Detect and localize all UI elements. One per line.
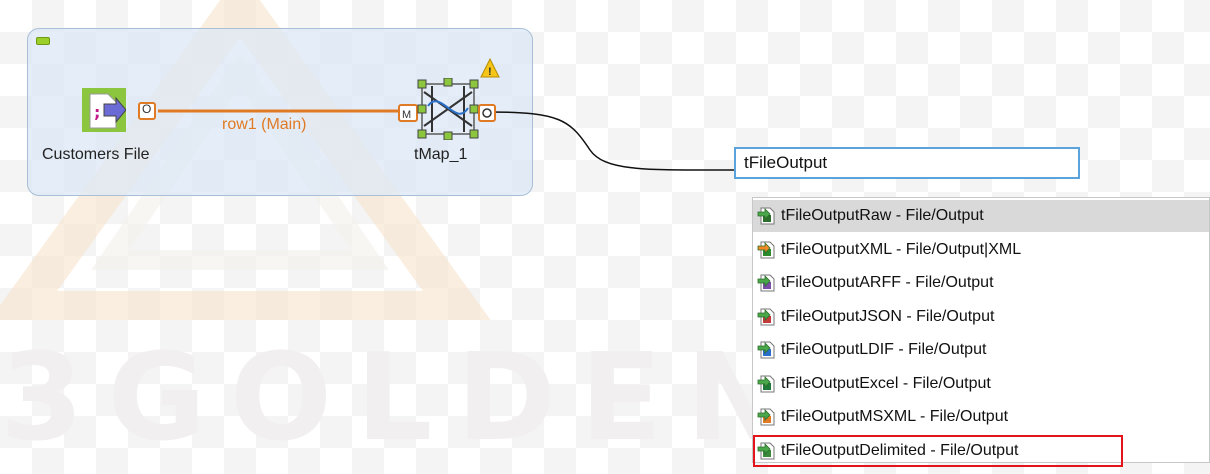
dropdown-item-label: tFileOutputLDIF - File/Output (781, 341, 987, 358)
file-delimited-icon (757, 442, 775, 459)
warning-icon[interactable]: ! (480, 58, 500, 78)
svg-text:M: M (402, 109, 411, 121)
tmap-output-port-icon[interactable] (478, 104, 496, 122)
file-excel-icon (757, 375, 775, 392)
dropdown-item-label: tFileOutputXML - File/Output|XML (781, 240, 1022, 258)
dropdown-item[interactable]: tFileOutputMSXML - File/Output (757, 401, 1197, 433)
delimited-file-input-icon: ; (82, 88, 126, 132)
dropdown-item-label: tFileOutputARFF - File/Output (781, 274, 994, 291)
tmap-component[interactable]: M ! (398, 58, 502, 142)
dropdown-item-label: tFileOutputJSON - File/Output (781, 307, 995, 325)
customers-file-port-label: O (142, 102, 152, 116)
input-port-icon[interactable]: M (398, 104, 418, 122)
dropdown-item-label: tFileOutputExcel - File/Output (781, 374, 991, 392)
connection-label[interactable]: row1 (Main) (222, 116, 306, 134)
dropdown-item-label: tFileOutputMSXML - File/Output (781, 408, 1009, 425)
customers-file-label: Customers File (42, 146, 150, 163)
svg-text:;: ; (94, 103, 100, 122)
file-xml-icon (757, 241, 775, 258)
dropdown-item[interactable]: tFileOutputARFF - File/Output (757, 267, 1197, 299)
file-raw-icon (757, 207, 775, 225)
dropdown-item[interactable]: tFileOutputXML - File/Output|XML (757, 234, 1197, 266)
dropdown-item[interactable]: tFileOutputLDIF - File/Output (757, 334, 1197, 366)
tmap-icon (417, 78, 479, 140)
dropdown-item[interactable]: tFileOutputRaw - File/Output (753, 200, 1209, 232)
dropdown-item[interactable]: tFileOutputDelimited - File/Output (753, 434, 1123, 467)
file-ldif-icon (757, 341, 775, 359)
dropdown-item-label: tFileOutputDelimited - File/Output (781, 441, 1019, 459)
dropdown-item-label: tFileOutputRaw - File/Output (781, 207, 984, 224)
file-json-icon (757, 308, 775, 325)
customers-file-component[interactable]: ; O (82, 88, 162, 138)
file-msxml-icon (757, 408, 775, 426)
tmap-label: tMap_1 (414, 146, 468, 163)
dropdown-item[interactable]: tFileOutputJSON - File/Output (757, 301, 1197, 333)
dropdown-item[interactable]: tFileOutputExcel - File/Output (757, 368, 1197, 400)
component-search-input[interactable] (734, 147, 1080, 179)
file-arff-icon (757, 274, 775, 292)
pending-connection-line (489, 111, 737, 171)
svg-text:!: ! (488, 66, 492, 78)
component-suggestions-dropdown: tFileOutputRaw - File/Output tFileOutputX… (752, 197, 1210, 467)
